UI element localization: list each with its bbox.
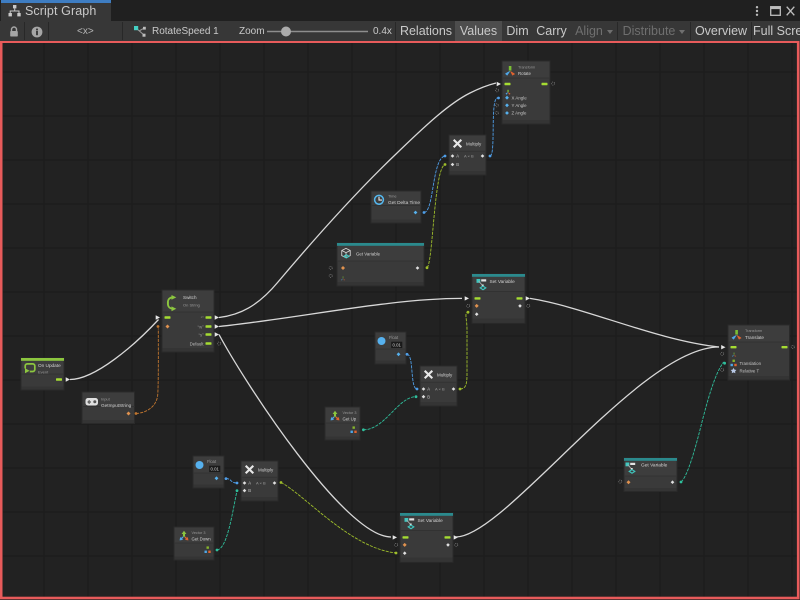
- svg-text:B: B: [456, 162, 459, 167]
- svg-text:Default: Default: [190, 341, 205, 346]
- svg-text:Get Up: Get Up: [343, 417, 357, 422]
- svg-text:Vector 3: Vector 3: [192, 531, 206, 535]
- svg-text:Get Variable: Get Variable: [356, 252, 381, 257]
- svg-text:Translation: Translation: [740, 361, 762, 366]
- svg-text:On Update: On Update: [38, 363, 61, 368]
- svg-text:Rotate: Rotate: [518, 71, 531, 76]
- svg-text:Y Angle: Y Angle: [512, 103, 528, 108]
- svg-text:0.01: 0.01: [211, 467, 220, 472]
- svg-text:“w”: “w”: [198, 325, 204, 330]
- svg-text:On String: On String: [183, 303, 200, 308]
- svg-text:Get Delta Time: Get Delta Time: [388, 200, 420, 206]
- svg-text:B: B: [248, 488, 251, 493]
- svg-text:A: A: [248, 481, 251, 486]
- svg-text:Switch: Switch: [183, 295, 197, 300]
- svg-text:Relative T: Relative T: [740, 369, 760, 374]
- svg-text:Get Variable: Get Variable: [641, 463, 668, 469]
- svg-text:A × B: A × B: [256, 481, 266, 486]
- svg-text:Translate: Translate: [745, 335, 764, 340]
- svg-text:0.01: 0.01: [393, 343, 402, 348]
- svg-text:Event: Event: [38, 370, 49, 375]
- svg-text:Multiply: Multiply: [466, 142, 482, 147]
- svg-text:“s”: “s”: [199, 333, 204, 338]
- svg-text:Multiply: Multiply: [258, 468, 274, 473]
- svg-text:X Angle: X Angle: [512, 95, 528, 100]
- svg-text:Z Angle: Z Angle: [512, 111, 527, 116]
- svg-text:Set Variable: Set Variable: [490, 279, 516, 284]
- svg-text:A × B: A × B: [464, 154, 474, 159]
- svg-text:Multiply: Multiply: [437, 373, 453, 378]
- svg-text:Input: Input: [101, 397, 111, 402]
- svg-text:Set Variable: Set Variable: [418, 518, 444, 523]
- svg-text:Get Down: Get Down: [192, 537, 212, 542]
- svg-text:Time: Time: [388, 194, 397, 199]
- svg-text:Vector 3: Vector 3: [343, 411, 357, 415]
- svg-text:A: A: [456, 154, 459, 159]
- svg-text:A × B: A × B: [435, 387, 445, 392]
- svg-text:Transform: Transform: [745, 329, 762, 333]
- svg-text:Float: Float: [207, 459, 217, 464]
- svg-text:Transform: Transform: [518, 66, 535, 70]
- svg-text:GetInputString: GetInputString: [101, 403, 132, 408]
- svg-text:B: B: [427, 394, 430, 399]
- svg-text:Float: Float: [389, 335, 399, 340]
- svg-text:A: A: [427, 387, 430, 392]
